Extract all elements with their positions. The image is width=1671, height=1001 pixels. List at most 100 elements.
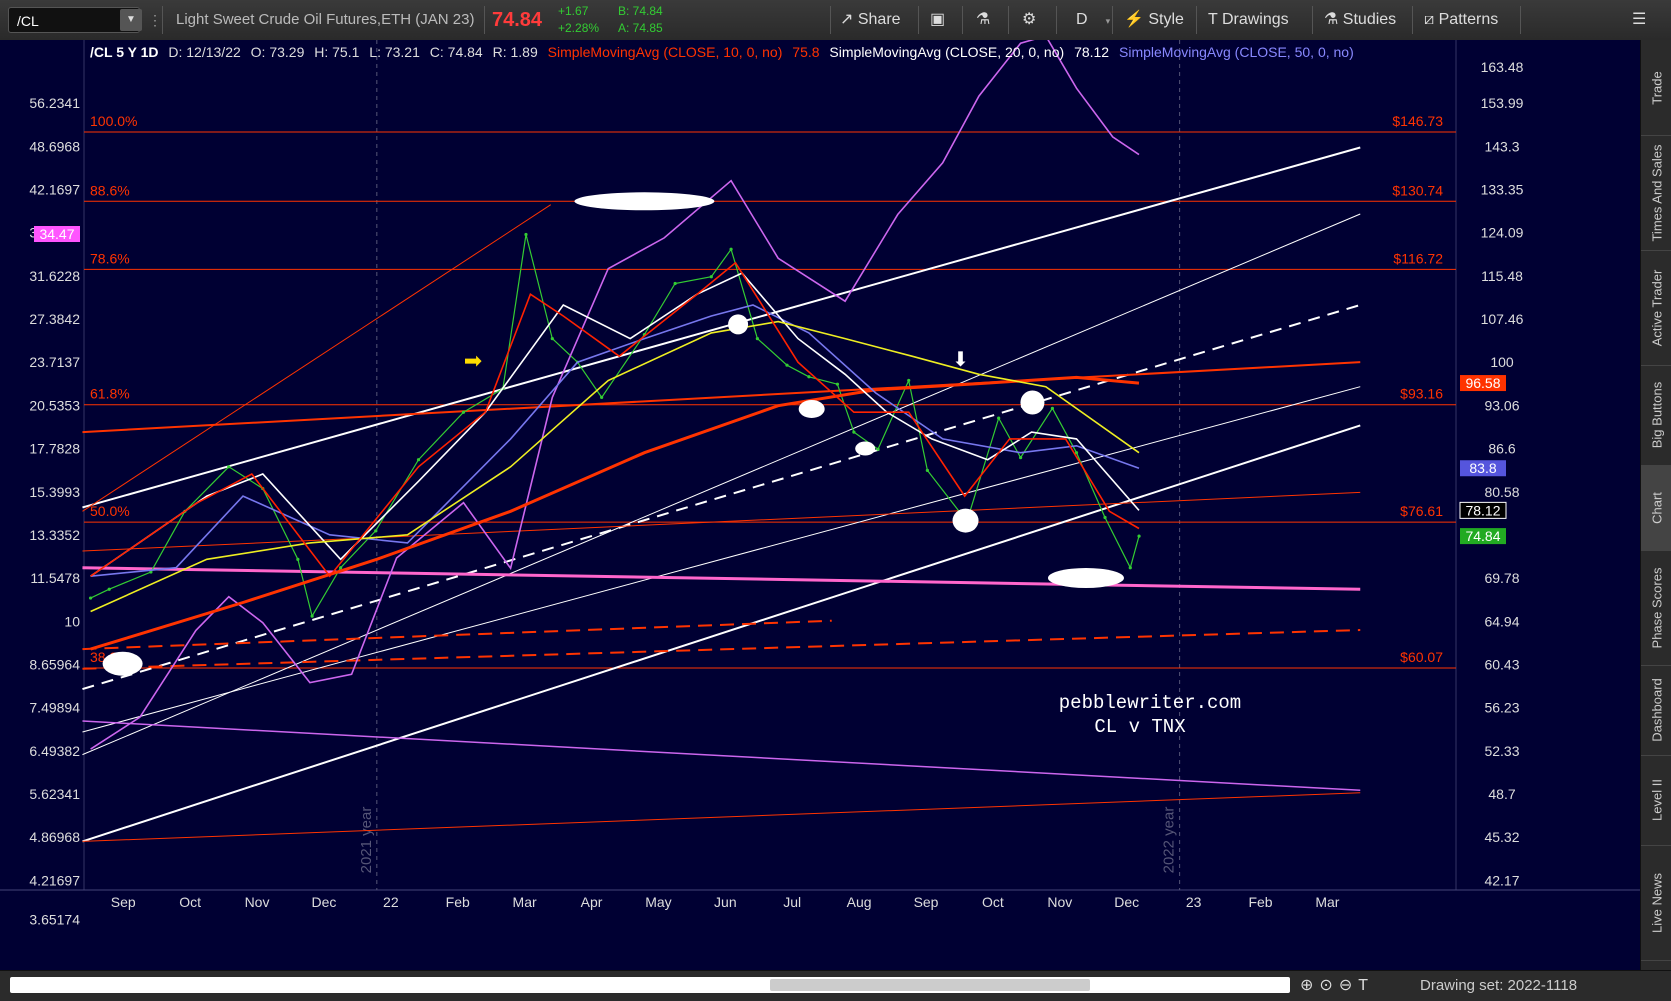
menu-icon: ☰ xyxy=(1632,11,1647,28)
trendline[interactable] xyxy=(82,304,1361,691)
last-price: 74.84 xyxy=(492,9,543,31)
drawings-label: Drawings xyxy=(1221,11,1289,28)
text-icon[interactable]: T xyxy=(1358,977,1374,994)
left-axis-tick: 17.7828 xyxy=(29,441,80,457)
x-axis-tick: 23 xyxy=(1186,894,1202,910)
sidebar-tab-label: Level II xyxy=(1649,779,1664,821)
chart-panel[interactable]: 2021 year 2022 year 163.48 153.99 143.3 133.3… xyxy=(0,40,1640,970)
drawings-button[interactable]: T Drawings xyxy=(1208,0,1289,40)
studies-button[interactable]: ⚗ Studies xyxy=(1324,0,1396,40)
trendline[interactable] xyxy=(82,566,1361,591)
zoom-out-icon[interactable]: ⊖ xyxy=(1339,977,1358,994)
price-point xyxy=(296,557,300,561)
fib-percent-label: 88.6% xyxy=(90,182,130,198)
settings-button[interactable]: ⚙ xyxy=(1022,0,1036,40)
zoom-in-icon[interactable]: ⊕ xyxy=(1300,977,1319,994)
chevron-down-icon: ▾ xyxy=(1105,16,1111,26)
highlight-marker[interactable] xyxy=(952,508,979,533)
price-point xyxy=(925,468,929,472)
left-axis-tick: 48.6968 xyxy=(29,138,80,154)
sidebar-tab-phase-scores[interactable]: Phase Scores xyxy=(1641,550,1671,666)
sidebar-tab-chart[interactable]: Chart xyxy=(1641,465,1671,551)
flask-button[interactable]: ⚗ xyxy=(976,0,990,40)
grip-icon[interactable]: ⋮ xyxy=(148,0,162,40)
trendline[interactable] xyxy=(82,424,1361,843)
sidebar-tab-label: Live News xyxy=(1649,872,1664,933)
symbol-dropdown-icon[interactable]: ▼ xyxy=(120,9,142,31)
sidebar-tab-level-ii[interactable]: Level II xyxy=(1641,755,1671,846)
fib-price-label: $76.61 xyxy=(1400,503,1443,519)
sidebar-tab-active-trader[interactable]: Active Trader xyxy=(1641,250,1671,366)
scrollbar-thumb[interactable] xyxy=(770,979,1090,991)
net-change: +1.67 xyxy=(558,4,589,18)
sidebar-tab-times-and-sales[interactable]: Times And Sales xyxy=(1641,135,1671,251)
left-axis-tick: 15.3993 xyxy=(29,484,80,500)
trendline[interactable] xyxy=(82,386,1361,733)
menu-button[interactable]: ☰ xyxy=(1632,0,1646,40)
left-axis-tick: 23.7137 xyxy=(29,354,80,370)
fib-price-label: $146.73 xyxy=(1392,113,1443,129)
gear-icon: ⚙ xyxy=(1022,11,1037,28)
price-chart[interactable]: 2021 year 2022 year 163.48 153.99 143.3 133.3… xyxy=(0,40,1640,970)
sidebar-tab-big-buttons[interactable]: Big Buttons xyxy=(1641,365,1671,466)
series-line-cl-close[interactable] xyxy=(90,234,1140,618)
price-point xyxy=(227,465,231,469)
highlight-marker[interactable] xyxy=(1020,390,1045,415)
right-axis-tick: 124.09 xyxy=(1481,225,1524,241)
price-tag-label: 83.8 xyxy=(1469,460,1496,476)
studies-icon: ⚗ xyxy=(1324,11,1343,28)
left-axis-tick: 4.86968 xyxy=(29,829,80,845)
x-axis-tick: Sep xyxy=(914,894,939,910)
time-scrollbar[interactable] xyxy=(10,977,1290,993)
right-axis-tick: 60.43 xyxy=(1484,656,1519,672)
highlight-marker[interactable] xyxy=(855,441,876,456)
year-marker-label: 2021 year xyxy=(358,807,375,874)
share-button[interactable]: ↗ Share xyxy=(840,0,901,40)
sma50-label[interactable]: SimpleMovingAvg (CLOSE, 50, 0, no) xyxy=(1119,44,1354,60)
price-point xyxy=(876,447,880,451)
right-axis-tick: 93.06 xyxy=(1484,397,1519,413)
highlight-marker[interactable] xyxy=(574,192,715,211)
left-axis-tick: 42.1697 xyxy=(29,181,80,197)
style-button[interactable]: ⚡ Style xyxy=(1124,0,1184,40)
price-point xyxy=(339,566,343,570)
series-line-sma-50[interactable] xyxy=(90,304,1140,577)
trendline[interactable] xyxy=(82,213,1361,756)
price-point xyxy=(852,430,856,434)
highlight-marker[interactable] xyxy=(1047,567,1124,588)
drawing-set-label[interactable]: Drawing set: 2022-1118 xyxy=(1420,971,1577,1001)
x-axis-tick: Feb xyxy=(446,894,470,910)
studies-label: Studies xyxy=(1342,11,1397,28)
price-point xyxy=(709,275,713,279)
highlight-marker[interactable] xyxy=(102,651,143,676)
series-line-sma-20[interactable] xyxy=(90,272,1140,577)
left-axis-tick: 27.3842 xyxy=(29,311,80,327)
tnx-price-tag-label: 34.47 xyxy=(39,226,74,242)
series-line-sma-200[interactable] xyxy=(90,375,1140,651)
left-axis-tick: 7.49894 xyxy=(29,700,80,716)
patterns-icon: ⧄ xyxy=(1424,11,1439,28)
zoom-fit-icon[interactable]: ⊙ xyxy=(1319,977,1338,994)
trendline[interactable] xyxy=(82,361,1361,434)
camera-icon: ▣ xyxy=(930,11,946,28)
left-axis-tick: 11.5478 xyxy=(30,570,80,586)
right-axis-tick: 56.23 xyxy=(1484,700,1519,716)
sidebar-tab-dashboard[interactable]: Dashboard xyxy=(1641,665,1671,756)
right-axis-tick: 143.3 xyxy=(1484,138,1519,154)
sma20-label[interactable]: SimpleMovingAvg (CLOSE, 20, 0, no) xyxy=(829,44,1064,60)
x-axis-tick: Aug xyxy=(847,894,872,910)
watermark-line-2: CL v TNX xyxy=(1094,716,1186,738)
patterns-button[interactable]: ⧄ Patterns xyxy=(1424,0,1498,40)
fib-price-label: $93.16 xyxy=(1400,386,1443,402)
left-axis-tick: 6.49382 xyxy=(29,743,80,759)
highlight-marker[interactable] xyxy=(798,399,825,418)
sma10-label[interactable]: SimpleMovingAvg (CLOSE, 10, 0, no) xyxy=(548,44,783,60)
highlight-marker[interactable] xyxy=(728,314,749,335)
bar-close: C: 74.84 xyxy=(429,44,483,60)
price-point xyxy=(416,458,421,462)
sidebar-tab-live-news[interactable]: Live News xyxy=(1641,845,1671,961)
screenshot-button[interactable]: ▣ xyxy=(930,0,945,40)
zoom-controls[interactable]: ⊕⊙⊖T xyxy=(1300,971,1374,1001)
aggregation-select[interactable]: D ▾ xyxy=(1076,0,1110,40)
sidebar-tab-trade[interactable]: Trade xyxy=(1641,40,1671,136)
